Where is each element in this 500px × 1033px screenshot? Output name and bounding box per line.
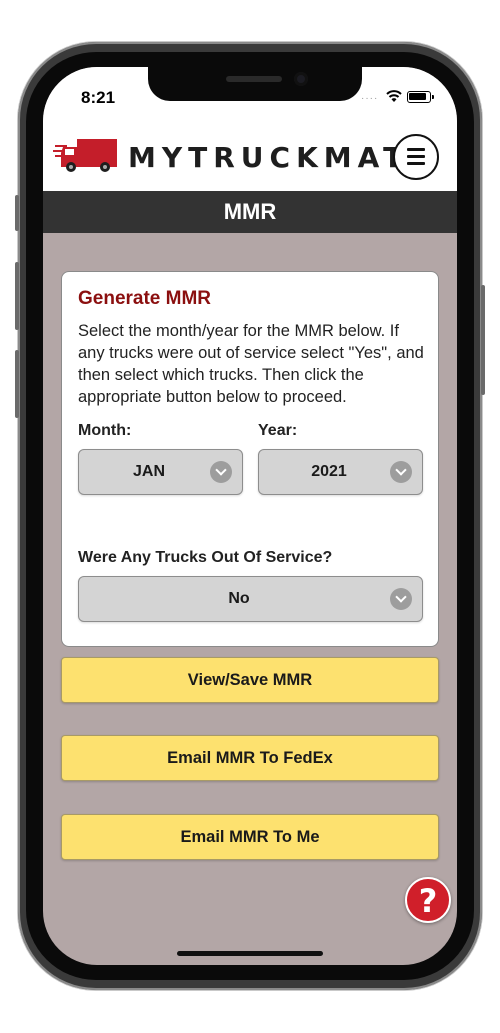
battery-icon (407, 91, 434, 103)
truck-logo-icon (53, 139, 117, 172)
signal-icon: ···· (361, 93, 379, 104)
hamburger-icon (407, 162, 425, 165)
front-camera (294, 72, 308, 86)
logo-text: MYTRUCKMATE (128, 141, 434, 174)
help-button[interactable]: ? (405, 877, 451, 923)
hamburger-icon (407, 148, 425, 151)
month-label: Month: (78, 422, 132, 439)
chevron-down-icon (390, 588, 412, 610)
hamburger-icon (407, 155, 425, 158)
speaker-grille (226, 76, 282, 82)
email-mmr-fedex-button[interactable]: Email MMR To FedEx (61, 735, 439, 781)
volume-up-button (15, 262, 19, 330)
month-select[interactable]: JAN (78, 449, 243, 495)
home-indicator[interactable] (177, 951, 323, 956)
status-time: 8:21 (81, 88, 116, 107)
wifi-icon (386, 90, 402, 102)
chevron-down-icon (390, 461, 412, 483)
power-button (481, 285, 485, 395)
menu-button[interactable] (393, 134, 439, 180)
email-mmr-me-button[interactable]: Email MMR To Me (61, 814, 439, 860)
out-of-service-label: Were Any Trucks Out Of Service? (78, 549, 333, 566)
volume-down-button (15, 350, 19, 418)
year-value: 2021 (311, 463, 347, 480)
generate-mmr-card: Generate MMR Select the month/year for t… (61, 271, 439, 647)
screen: 8:21 ···· MYTRUCKMATE MMR Generate MMR S… (43, 67, 457, 965)
notch (148, 67, 362, 101)
month-value: JAN (132, 463, 165, 480)
side-button (15, 195, 19, 231)
view-save-mmr-button[interactable]: View/Save MMR (61, 657, 439, 703)
out-of-service-select[interactable]: No (78, 576, 423, 622)
out-of-service-value: No (228, 590, 250, 607)
year-select[interactable]: 2021 (258, 449, 423, 495)
page-title: MMR (43, 191, 457, 233)
card-title: Generate MMR (78, 288, 212, 309)
chevron-down-icon (210, 461, 232, 483)
app-header: MYTRUCKMATE (43, 123, 457, 191)
year-label: Year: (258, 422, 298, 439)
card-description: Select the month/year for the MMR below.… (78, 322, 424, 406)
